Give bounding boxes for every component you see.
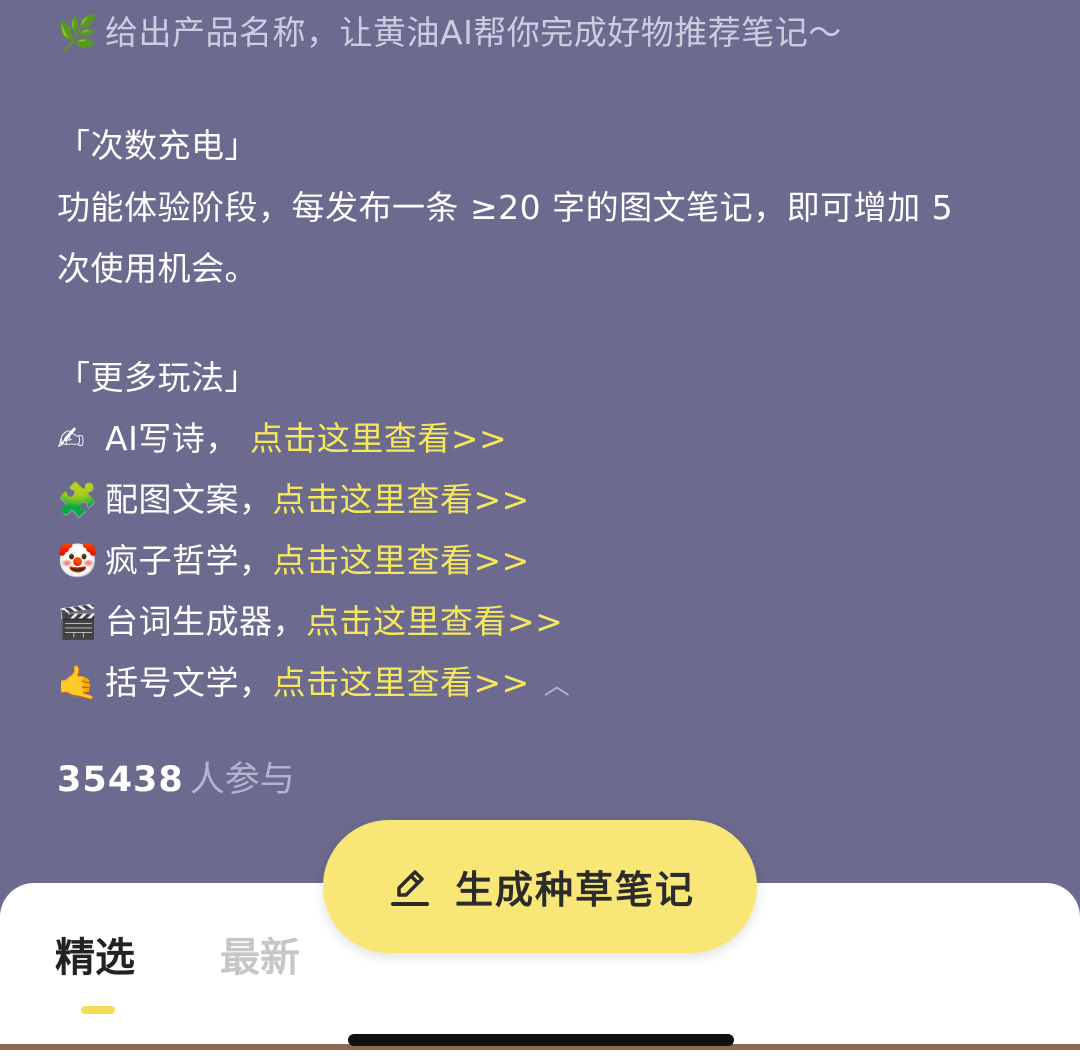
feature-link-ai-poem[interactable]: 点击这里查看>>	[250, 419, 507, 458]
feature-label: 台词生成器，	[105, 602, 306, 641]
call-me-hand-icon: 🤙	[57, 663, 99, 702]
recharge-text-line-1: 功能体验阶段，每发布一条 ≥20 字的图文笔记，即可增加 5	[57, 188, 954, 227]
feature-item-ai-poem: ✍ AI写诗， 点击这里查看>>	[57, 419, 507, 459]
tab-featured[interactable]: 精选	[55, 934, 135, 982]
feature-link-crazy-philosophy[interactable]: 点击这里查看>>	[273, 541, 530, 580]
recharge-text-line-2: 次使用机会。	[57, 249, 258, 288]
feature-label: AI写诗，	[105, 419, 239, 458]
feature-item-line-generator: 🎬 台词生成器，点击这里查看>>	[57, 602, 563, 642]
generate-note-label: 生成种草笔记	[454, 868, 695, 912]
feature-item-crazy-philosophy: 🤡 疯子哲学，点击这里查看>>	[57, 541, 530, 581]
feature-item-caption: 🧩 配图文案，点击这里查看>>	[57, 480, 530, 520]
feature-item-bracket-literature: 🤙 括号文学，点击这里查看>> ︿	[57, 663, 570, 706]
feature-link-caption[interactable]: 点击这里查看>>	[273, 480, 530, 519]
participant-count: 35438 人参与	[57, 758, 295, 802]
writing-hand-icon: ✍	[57, 419, 86, 458]
tab-latest[interactable]: 最新	[220, 934, 300, 982]
recharge-heading: 「次数充电」	[57, 126, 258, 165]
feature-label: 括号文学，	[105, 663, 273, 702]
chevron-up-icon[interactable]: ︿	[544, 671, 571, 701]
home-indicator[interactable]	[348, 1034, 734, 1046]
more-heading: 「更多玩法」	[57, 358, 258, 397]
herb-icon: 🌿	[57, 13, 99, 52]
feature-link-line-generator[interactable]: 点击这里查看>>	[306, 602, 563, 641]
generate-note-button[interactable]: 生成种草笔记	[323, 820, 757, 953]
intro-text: 给出产品名称，让黄油AI帮你完成好物推荐笔记～	[105, 13, 842, 52]
participant-number: 35438	[57, 760, 184, 800]
participant-label: 人参与	[189, 760, 295, 800]
puzzle-icon: 🧩	[57, 480, 99, 519]
feature-label: 疯子哲学，	[105, 541, 273, 580]
clapper-board-icon: 🎬	[57, 602, 99, 641]
tab-indicator	[81, 1006, 115, 1014]
edit-pencil-icon	[390, 869, 429, 906]
feature-link-bracket-literature[interactable]: 点击这里查看>>	[273, 663, 530, 702]
clown-icon: 🤡	[57, 541, 99, 580]
intro-line: 🌿 给出产品名称，让黄油AI帮你完成好物推荐笔记～	[57, 13, 842, 53]
feature-label: 配图文案，	[105, 480, 273, 519]
